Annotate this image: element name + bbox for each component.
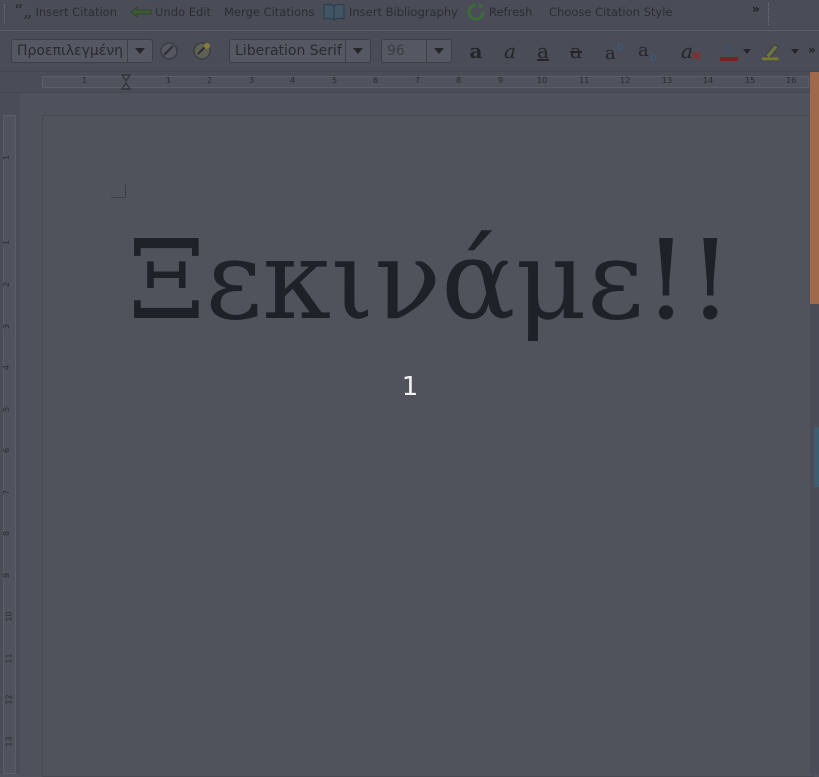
format-overflow-button[interactable]: »: [808, 43, 816, 57]
ruler-number: 4: [2, 364, 12, 371]
choose-citation-style-label: Choose Citation Style: [549, 5, 673, 19]
refresh-label: Refresh: [489, 5, 533, 19]
ruler-number: 11: [579, 76, 590, 85]
toolbar-separator: [768, 3, 770, 25]
undo-arrow-icon: [130, 6, 152, 18]
ruler-number: 3: [249, 76, 255, 85]
quote-icon: “„: [14, 1, 33, 22]
font-size-combo[interactable]: 96: [381, 39, 452, 63]
insert-bibliography-label: Insert Bibliography: [349, 5, 458, 19]
clear-formatting-icon[interactable]: a: [680, 40, 702, 62]
citation-toolbar: “„ Insert Citation Undo Edit Merge Citat…: [0, 0, 819, 31]
ruler-number: 5: [332, 76, 338, 85]
font-size-value: 96: [387, 43, 405, 59]
ruler-number: 16: [786, 76, 797, 85]
ruler-number: 14: [703, 76, 714, 85]
svg-text:a: a: [681, 40, 693, 62]
bold-icon[interactable]: a: [465, 39, 487, 63]
formatting-toolbar: Προεπιλεγμένη Liberation Serif 96 a a a …: [0, 31, 819, 72]
new-style-icon[interactable]: [191, 40, 213, 62]
highlight-icon[interactable]: [760, 40, 782, 62]
ruler-number: 1: [2, 239, 12, 246]
strikethrough-icon[interactable]: a: [565, 39, 587, 63]
ruler-number: 7: [415, 76, 421, 85]
undo-edit-button[interactable]: Undo Edit: [130, 3, 211, 21]
ruler-number: 15: [745, 76, 756, 85]
svg-text:a: a: [638, 40, 649, 61]
subscript-icon[interactable]: ab: [637, 40, 663, 62]
document-heading[interactable]: Ξεκινάμε!!: [128, 200, 768, 360]
font-name-value: Liberation Serif: [235, 43, 342, 59]
superscript-icon[interactable]: ab: [604, 40, 630, 62]
insert-citation-label: Insert Citation: [35, 5, 117, 19]
font-color-dropdown-icon[interactable]: [742, 40, 752, 62]
ruler-indent-marker-icon[interactable]: [121, 74, 131, 90]
insert-citation-button[interactable]: “„ Insert Citation: [14, 3, 117, 21]
vertical-ruler[interactable]: 1 1 2 3 4 5 6 7 8 9 10 11 12 13: [0, 93, 20, 774]
chevron-down-icon[interactable]: [127, 40, 152, 62]
ruler-number: 12: [620, 76, 631, 85]
toolbar-grip[interactable]: [4, 4, 8, 24]
merge-citations-label: Merge Citations: [224, 5, 315, 19]
choose-citation-style-button[interactable]: Choose Citation Style: [549, 3, 672, 21]
svg-text:b: b: [617, 40, 624, 53]
italic-icon[interactable]: a: [499, 39, 521, 63]
book-icon: [323, 3, 345, 21]
refresh-icon: [467, 3, 485, 21]
font-name-combo[interactable]: Liberation Serif: [229, 39, 371, 63]
ruler-band: [42, 76, 809, 88]
update-style-icon[interactable]: [158, 40, 180, 62]
toolbar-overflow-button[interactable]: »: [752, 2, 760, 16]
chevron-down-icon[interactable]: [426, 40, 451, 62]
ruler-number: 2: [2, 281, 12, 288]
ruler-number: 3: [2, 323, 12, 330]
refresh-button[interactable]: Refresh: [466, 3, 532, 21]
undo-edit-label: Undo Edit: [155, 5, 211, 19]
insert-bibliography-button[interactable]: Insert Bibliography: [322, 3, 458, 21]
paragraph-style-value: Προεπιλεγμένη: [17, 43, 124, 59]
page-number: 1: [401, 372, 419, 402]
ruler-number: 7: [2, 489, 12, 496]
ruler-number: 2: [207, 76, 213, 85]
ruler-number: 6: [2, 447, 12, 454]
ruler-number: 10: [537, 76, 548, 85]
paragraph-style-combo[interactable]: Προεπιλεγμένη: [11, 39, 153, 63]
vertical-scrollbar[interactable]: [810, 72, 819, 774]
svg-text:a: a: [605, 43, 616, 62]
chevron-down-icon[interactable]: [345, 40, 370, 62]
ruler-number: 13: [662, 76, 673, 85]
ruler-number: 5: [2, 406, 12, 413]
ruler-number: 1: [82, 76, 88, 85]
horizontal-ruler[interactable]: 1 1 2 3 4 5 6 7 8 9 10 11 12 13 14 15 16: [0, 72, 819, 93]
ruler-number: 1: [2, 154, 12, 161]
scrollbar-marker: [814, 427, 819, 487]
ruler-band: [3, 115, 16, 774]
ruler-number: 9: [2, 572, 12, 579]
ruler-number: 12: [4, 694, 14, 705]
svg-text:b: b: [650, 51, 657, 62]
highlight-dropdown-icon[interactable]: [790, 40, 800, 62]
text-boundary-corner: [111, 183, 126, 198]
merge-citations-button[interactable]: Merge Citations: [224, 3, 314, 21]
ruler-number: 9: [498, 76, 504, 85]
scrollbar-thumb[interactable]: [810, 72, 819, 304]
ruler-number: 11: [4, 653, 14, 664]
ruler-number: 8: [2, 530, 12, 537]
underline-icon[interactable]: a: [532, 39, 554, 63]
ruler-number: 13: [4, 736, 14, 747]
ruler-number: 1: [166, 76, 172, 85]
ruler-number: 10: [4, 611, 14, 622]
ruler-number: 6: [373, 76, 379, 85]
ruler-number: 8: [456, 76, 462, 85]
font-color-icon[interactable]: a: [718, 40, 740, 62]
ruler-number: 4: [290, 76, 296, 85]
